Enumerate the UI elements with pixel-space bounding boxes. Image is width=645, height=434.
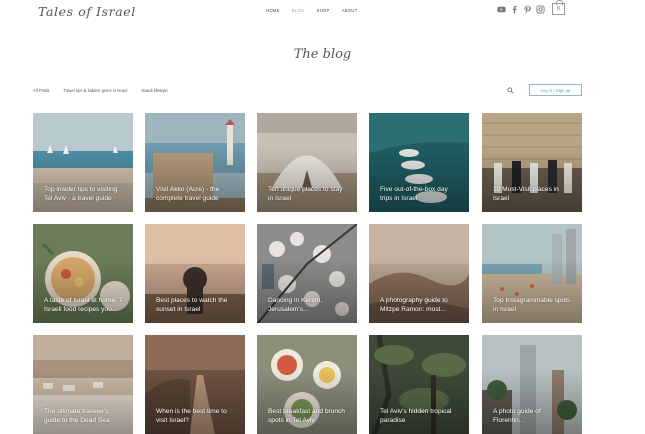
youtube-icon[interactable] bbox=[497, 5, 506, 14]
search-icon[interactable] bbox=[507, 87, 514, 94]
post-title: A taste of Israel at home: 7 Israeli foo… bbox=[44, 297, 123, 313]
pinterest-icon[interactable] bbox=[523, 5, 532, 14]
post-card[interactable]: Dancing in Kerem, Jerusalem's... bbox=[257, 224, 357, 323]
post-card[interactable]: A taste of Israel at home: 7 Israeli foo… bbox=[33, 224, 133, 323]
cart-count: 0 bbox=[557, 6, 560, 12]
nav-shop[interactable]: SHOP bbox=[317, 8, 330, 13]
post-card[interactable]: Ten unique places to stay in Israel bbox=[257, 113, 357, 212]
main-nav: HOME BLOG SHOP ABOUT bbox=[266, 8, 370, 13]
post-card[interactable]: Five out-of-the-box day trips in Israel bbox=[369, 113, 469, 212]
post-title: 10 Must-Visit places in Israel bbox=[493, 186, 559, 202]
post-title: A photography guide to Mitzpe Ramon: mos… bbox=[380, 297, 448, 313]
facebook-icon[interactable] bbox=[510, 5, 519, 14]
post-title: Five out-of-the-box day trips in Israel bbox=[380, 186, 448, 202]
post-card[interactable]: A photo guide of Florentin... bbox=[482, 335, 582, 434]
post-title: The ultimate traveler's guide to the Dea… bbox=[44, 408, 110, 424]
post-title: A photo guide of Florentin... bbox=[493, 408, 541, 424]
page-title: The blog bbox=[293, 47, 352, 62]
post-title: When is the best time to visit Israel? bbox=[156, 408, 227, 424]
nav-home[interactable]: HOME bbox=[266, 8, 280, 13]
nav-about[interactable]: ABOUT bbox=[342, 8, 358, 13]
category-israeli-lifestyle[interactable]: Israeli lifestyle bbox=[141, 88, 167, 93]
post-title: Best places to watch the sunset in Israe… bbox=[156, 297, 228, 313]
post-title: Best breakfast and brunch spots in Tel A… bbox=[268, 408, 345, 424]
post-card[interactable]: The ultimate traveler's guide to the Dea… bbox=[33, 335, 133, 434]
post-card[interactable]: A photography guide to Mitzpe Ramon: mos… bbox=[369, 224, 469, 323]
post-title: Top Instagrammable spots in Israel bbox=[493, 297, 571, 313]
login-signup-button[interactable]: Log in / Sign up bbox=[529, 84, 582, 96]
post-title: Tel Aviv's hidden tropical paradise bbox=[380, 408, 452, 424]
post-card[interactable]: Tel Aviv's hidden tropical paradise bbox=[369, 335, 469, 434]
post-card[interactable]: Best places to watch the sunset in Israe… bbox=[145, 224, 245, 323]
post-card[interactable]: Visit Akko (Acre) - the complete travel … bbox=[145, 113, 245, 212]
post-card[interactable]: When is the best time to visit Israel? bbox=[145, 335, 245, 434]
cart-button[interactable]: 0 bbox=[552, 0, 565, 15]
post-card[interactable]: 10 Must-Visit places in Israel bbox=[482, 113, 582, 212]
social-links bbox=[497, 5, 545, 14]
site-logo[interactable]: Tales of Israel bbox=[38, 4, 136, 19]
post-title: Dancing in Kerem, Jerusalem's... bbox=[268, 297, 323, 313]
post-card[interactable]: Top Instagrammable spots in Israel bbox=[482, 224, 582, 323]
category-menu: All Posts Travel tips & hidden gems in I… bbox=[33, 88, 182, 93]
instagram-icon[interactable] bbox=[536, 5, 545, 14]
post-card[interactable]: Top insider tips to visiting Tel Aviv - … bbox=[33, 113, 133, 212]
post-title: Ten unique places to stay in Israel bbox=[268, 186, 343, 202]
category-all-posts[interactable]: All Posts bbox=[33, 88, 49, 93]
post-title: Top insider tips to visiting Tel Aviv - … bbox=[44, 186, 118, 202]
post-title: Visit Akko (Acre) - the complete travel … bbox=[156, 186, 220, 202]
post-card[interactable]: Best breakfast and brunch spots in Tel A… bbox=[257, 335, 357, 434]
category-travel-tips[interactable]: Travel tips & hidden gems in Israel bbox=[63, 88, 127, 93]
nav-blog[interactable]: BLOG bbox=[292, 8, 305, 13]
